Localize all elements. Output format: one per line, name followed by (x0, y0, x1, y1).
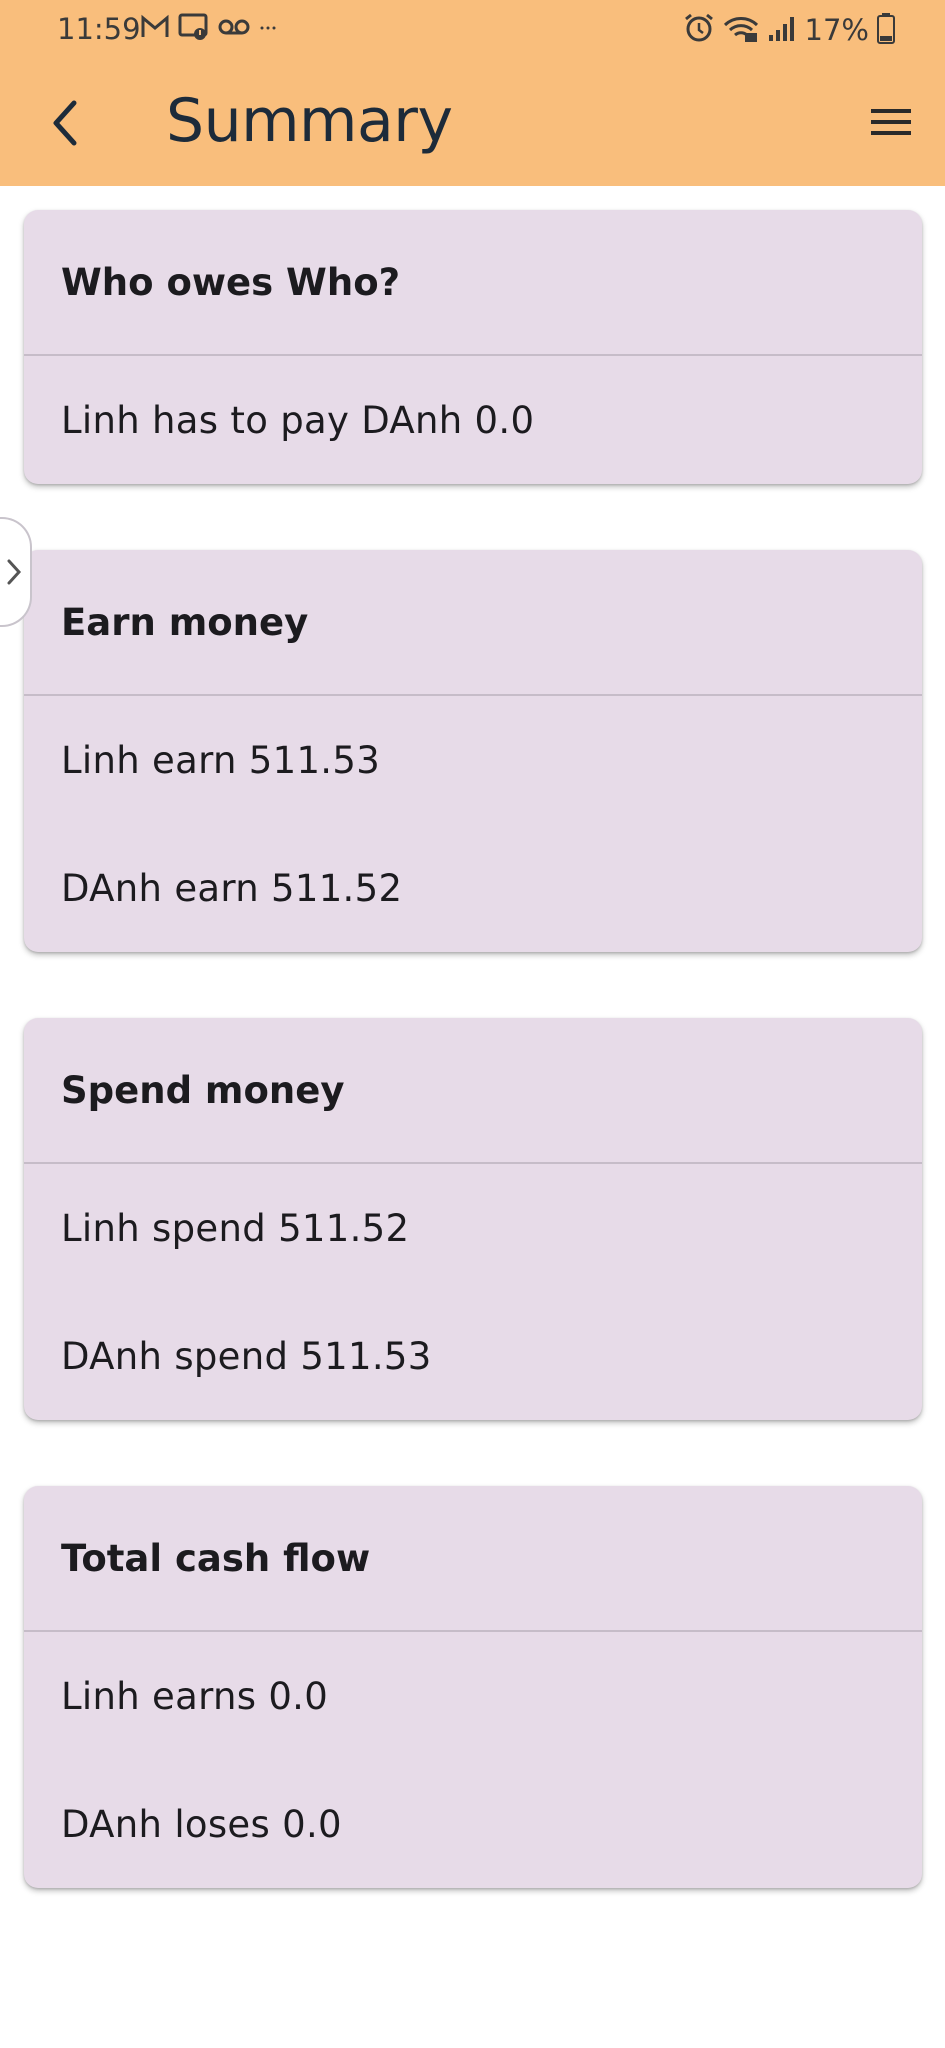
alarm-icon (683, 12, 715, 49)
card-header: Who owes Who? (24, 210, 922, 356)
list-item: DAnh spend 511.53 (61, 1334, 432, 1378)
card-title: Spend money (61, 1068, 345, 1112)
card-body: Linh has to pay DAnh 0.0 (24, 356, 922, 484)
gmail-icon (140, 14, 170, 45)
app-bar: 11:59 17% Summary (0, 0, 945, 186)
card-body: Linh earns 0.0 DAnh loses 0.0 (24, 1632, 922, 1888)
status-bar: 11:59 17% (0, 0, 945, 60)
list-item: Linh spend 511.52 (61, 1206, 410, 1250)
menu-button[interactable] (865, 98, 917, 146)
list-item: DAnh loses 0.0 (61, 1802, 342, 1846)
list-item: DAnh earn 511.52 (61, 866, 403, 910)
battery-icon (877, 12, 895, 49)
chevron-right-icon (7, 559, 22, 585)
edge-panel-handle[interactable] (0, 517, 32, 627)
back-arrow-icon (53, 100, 77, 146)
status-right-icons: 17% (683, 10, 895, 50)
card-total-cash-flow: Total cash flow Linh earns 0.0 DAnh lose… (24, 1486, 922, 1888)
list-item: Linh has to pay DAnh 0.0 (61, 398, 535, 442)
card-title: Who owes Who? (61, 260, 401, 304)
card-title: Earn money (61, 600, 309, 644)
card-header: Spend money (24, 1018, 922, 1164)
wifi-icon (723, 13, 759, 48)
signal-icon (767, 13, 797, 48)
card-body: Linh earn 511.53 DAnh earn 511.52 (24, 696, 922, 952)
more-notifications-icon (258, 20, 278, 38)
card-header: Total cash flow (24, 1486, 922, 1632)
battery-level: 17% (804, 13, 869, 47)
card-body: Linh spend 511.52 DAnh spend 511.53 (24, 1164, 922, 1420)
cast-notification-icon (178, 12, 210, 47)
card-header: Earn money (24, 550, 922, 696)
card-title: Total cash flow (61, 1536, 371, 1580)
hamburger-menu-icon (871, 109, 911, 135)
list-item: Linh earns 0.0 (61, 1674, 329, 1718)
status-left-icons (140, 12, 278, 46)
card-spend-money: Spend money Linh spend 511.52 DAnh spend… (24, 1018, 922, 1420)
card-who-owes-who: Who owes Who? Linh has to pay DAnh 0.0 (24, 210, 922, 484)
list-item: Linh earn 511.53 (61, 738, 381, 782)
card-earn-money: Earn money Linh earn 511.53 DAnh earn 51… (24, 550, 922, 952)
status-time: 11:59 (57, 12, 141, 46)
back-button[interactable] (40, 90, 90, 156)
page-title: Summary (166, 86, 453, 156)
voicemail-icon (218, 17, 250, 42)
toolbar: Summary (0, 60, 945, 186)
